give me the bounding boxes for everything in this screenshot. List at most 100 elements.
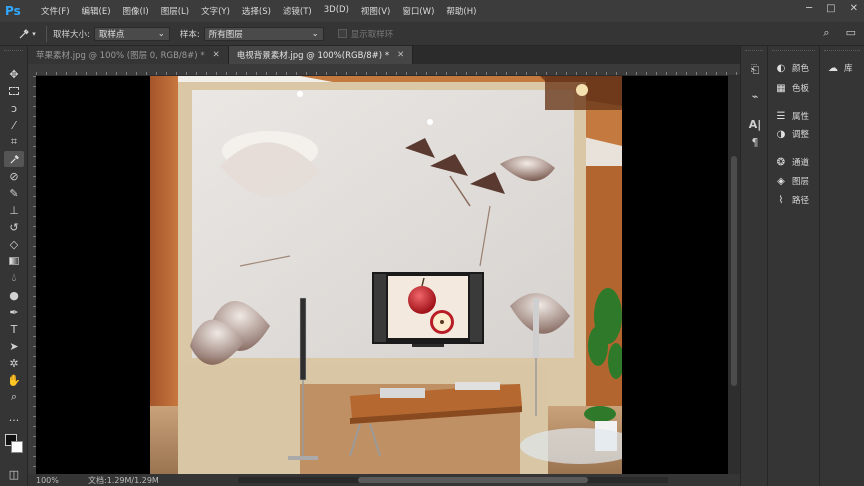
document-tabs: 苹果素材.jpg @ 100% (图层 0, RGB/8#) * ✕ 电视背景素… [28, 46, 740, 64]
shape-tool-icon[interactable]: ✲ [4, 355, 24, 371]
more-tools-icon[interactable]: ··· [4, 412, 24, 428]
chevron-down-icon: ▾ [32, 29, 36, 38]
menu-items: 文件(F) 编辑(E) 图像(I) 图层(L) 文字(Y) 选择(S) 滤镜(T… [35, 5, 482, 17]
document-size: 文档:1.29M/1.29M [88, 475, 159, 485]
path-selection-tool-icon[interactable]: ➤ [4, 338, 24, 354]
tab-apple-document[interactable]: 苹果素材.jpg @ 100% (图层 0, RGB/8#) * ✕ [28, 46, 229, 64]
panel-label: 属性 [792, 112, 810, 122]
magic-wand-tool-icon[interactable]: ⁄ [4, 117, 24, 133]
menu-select[interactable]: 选择(S) [236, 5, 277, 17]
horizontal-ruler [36, 64, 740, 76]
eraser-tool-icon[interactable]: ◇ [4, 236, 24, 252]
channels-icon: ❂ [776, 156, 786, 168]
panel-layers[interactable]: ◈ 图层 [774, 173, 809, 189]
menu-3d[interactable]: 3D(D) [318, 5, 355, 17]
panel-channels[interactable]: ❂ 通道 [774, 154, 809, 170]
brush-tool-icon[interactable]: ✎ [4, 185, 24, 201]
libraries-icon: ☁ [828, 62, 838, 74]
stamp-tool-icon[interactable]: ⊥ [4, 202, 24, 218]
photoshop-logo: Ps [5, 4, 21, 18]
zoom-level[interactable]: 100% [36, 476, 78, 485]
tab-tv-background-document[interactable]: 电视背景素材.jpg @ 100%(RGB/8#) * ✕ [228, 46, 414, 64]
pen-tool-icon[interactable]: ✒ [4, 304, 24, 320]
properties-icon: ☰ [776, 110, 786, 122]
options-right: ⌕ ▭ [823, 26, 856, 40]
menu-edit[interactable]: 编辑(E) [76, 5, 117, 17]
crop-tool-icon[interactable]: ⌗ [4, 134, 24, 150]
ruler-corner [28, 64, 36, 76]
actions-icon[interactable]: ⌁ [747, 88, 763, 104]
panel-label: 路径 [792, 196, 810, 206]
status-bar: 100% 文档:1.29M/1.29M [28, 474, 740, 486]
chevron-down-icon: ⌄ [157, 28, 165, 39]
paths-icon: ⌇ [778, 194, 784, 206]
vertical-scrollbar[interactable] [728, 76, 740, 474]
panel-label: 色板 [792, 84, 810, 94]
panel-paths[interactable]: ⌇ 路径 [774, 192, 809, 208]
gradient-tool-icon[interactable] [4, 253, 24, 269]
panel-libraries[interactable]: ☁ 库 [826, 60, 853, 76]
history-icon[interactable]: ⎗ [747, 62, 763, 78]
sample-size-select[interactable]: 取样点 ⌄ [93, 26, 170, 41]
minimize-button[interactable]: ─ [806, 3, 812, 14]
panel-color[interactable]: ◐ 颜色 [774, 60, 809, 76]
type-tool-icon[interactable]: T [4, 321, 24, 337]
quick-mask-icon[interactable]: ◫ [4, 466, 24, 482]
vertical-ruler [28, 76, 36, 474]
color-swatches-icon[interactable] [4, 432, 24, 458]
healing-brush-tool-icon[interactable]: ⊘ [4, 168, 24, 184]
document-image[interactable] [150, 76, 622, 474]
canvas-area[interactable] [36, 76, 740, 474]
lasso-tool-icon[interactable]: ↄ [4, 100, 24, 116]
paragraph-icon[interactable]: ¶ [747, 134, 763, 150]
eyedropper-icon[interactable]: ▾ [14, 24, 40, 44]
vertical-scrollbar-thumb[interactable] [731, 156, 737, 386]
panel-properties[interactable]: ☰ 属性 [774, 108, 810, 124]
tv-wall-photo [150, 76, 622, 474]
panel-adjustments[interactable]: ◑ 调整 [774, 126, 809, 142]
panel-swatches[interactable]: ▦ 色板 [774, 80, 809, 96]
tab-label: 苹果素材.jpg @ 100% (图层 0, RGB/8#) * [36, 51, 205, 61]
character-icon[interactable]: A| [747, 116, 763, 132]
move-tool-icon[interactable]: ✥ [4, 66, 24, 82]
menu-view[interactable]: 视图(V) [355, 5, 396, 17]
swatches-icon: ▦ [776, 82, 786, 94]
menu-window[interactable]: 窗口(W) [396, 5, 440, 17]
panel-label: 颜色 [792, 64, 810, 74]
blur-tool-icon[interactable]: 💧︎ [4, 270, 24, 286]
panel-list: ◐ 颜色 ▦ 色板 ☰ 属性 ◑ 调整 ❂ 通道 ◈ 图层 ⌇ 路径 [768, 46, 820, 486]
dodge-tool-icon[interactable]: ● [4, 287, 24, 303]
close-icon[interactable]: ✕ [213, 50, 220, 60]
history-brush-tool-icon[interactable]: ↺ [4, 219, 24, 235]
search-icon[interactable]: ⌕ [823, 26, 829, 40]
adjustments-icon: ◑ [776, 128, 786, 140]
menu-layer[interactable]: 图层(L) [155, 5, 195, 17]
horizontal-scrollbar[interactable] [238, 477, 668, 483]
menu-type[interactable]: 文字(Y) [195, 5, 236, 17]
menu-filter[interactable]: 滤镜(T) [277, 5, 318, 17]
divider [46, 25, 47, 42]
restore-button[interactable]: □ [826, 3, 835, 14]
close-icon[interactable]: ✕ [397, 50, 404, 60]
hand-tool-icon[interactable]: ✋ [4, 372, 24, 388]
workspace-icon[interactable]: ▭ [846, 26, 856, 40]
panel-grip [745, 50, 763, 53]
menu-help[interactable]: 帮助(H) [440, 5, 482, 17]
panel-grip [824, 50, 860, 53]
zoom-tool-icon[interactable]: ⌕ [4, 389, 24, 405]
tab-label: 电视背景素材.jpg @ 100%(RGB/8#) * [236, 51, 390, 61]
close-button[interactable]: ✕ [850, 3, 858, 14]
panel-label: 图层 [792, 177, 810, 187]
menu-image[interactable]: 图像(I) [117, 5, 155, 17]
sample-select[interactable]: 所有图层 ⌄ [203, 26, 324, 41]
show-ring-checkbox[interactable] [337, 29, 347, 38]
menu-bar: Ps 文件(F) 编辑(E) 图像(I) 图层(L) 文字(Y) 选择(S) 滤… [0, 0, 864, 22]
eyedropper-tool-icon[interactable] [4, 151, 24, 167]
panel-label: 调整 [792, 130, 810, 140]
color-icon: ◐ [776, 62, 786, 74]
menu-file[interactable]: 文件(F) [35, 5, 76, 17]
chevron-down-icon: ⌄ [311, 28, 319, 39]
panel-grip [772, 50, 815, 53]
horizontal-scrollbar-thumb[interactable] [358, 477, 588, 483]
marquee-tool-icon[interactable] [4, 83, 24, 99]
